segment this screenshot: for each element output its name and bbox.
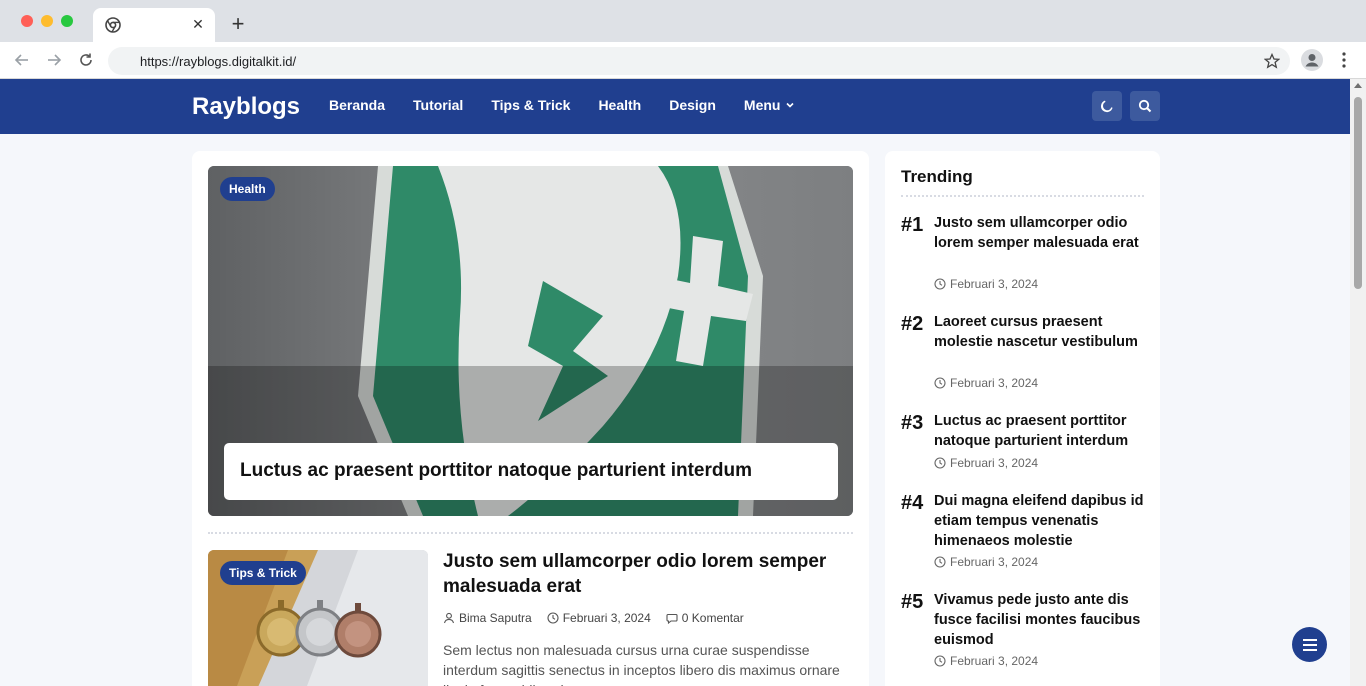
- scroll-up-arrow-icon[interactable]: [1354, 83, 1362, 88]
- clock-icon: [934, 655, 946, 667]
- hero-title[interactable]: Luctus ac praesent porttitor natoque par…: [240, 460, 822, 482]
- date-text: Februari 3, 2024: [950, 376, 1039, 390]
- nav-label: Menu: [743, 97, 781, 113]
- profile-avatar-icon[interactable]: [1301, 49, 1323, 71]
- trending-date: Februari 3, 2024: [934, 555, 1038, 569]
- trending-rank: #1: [901, 214, 924, 236]
- close-tab-icon[interactable]: ✕: [191, 16, 205, 32]
- nav-item-health[interactable]: Health: [598, 97, 641, 113]
- trending-date: Februari 3, 2024: [934, 654, 1038, 668]
- trending-rank: #2: [901, 313, 924, 335]
- hero-post[interactable]: Health Luctus ac praesent porttitor nato…: [208, 166, 853, 516]
- nav-label: Health: [598, 97, 642, 113]
- trending-rank: #5: [901, 591, 924, 613]
- clock-icon: [934, 377, 946, 389]
- main-nav: Beranda Tutorial Tips & Trick Health Des…: [329, 97, 823, 113]
- date-text: Februari 3, 2024: [950, 654, 1039, 668]
- page-scrollbar[interactable]: [1350, 79, 1366, 686]
- new-tab-button[interactable]: +: [228, 13, 248, 35]
- nav-label: Design: [669, 97, 716, 113]
- search-icon: [1138, 99, 1152, 113]
- nav-item-beranda[interactable]: Beranda: [329, 97, 385, 113]
- maximize-window-button[interactable]: [61, 15, 73, 27]
- close-window-button[interactable]: [21, 15, 33, 27]
- browser-tab-bar: ✕ +: [0, 0, 1366, 42]
- widget-title: Trending: [901, 167, 973, 186]
- trending-widget: Trending #1 Justo sem ullamcorper odio l…: [885, 151, 1160, 686]
- search-button[interactable]: [1130, 91, 1160, 121]
- hamburger-menu-icon: [1302, 638, 1317, 651]
- browser-tab[interactable]: ✕: [93, 8, 215, 42]
- reload-icon[interactable]: [77, 51, 95, 69]
- date-text: Februari 3, 2024: [950, 555, 1039, 569]
- address-bar[interactable]: https://rayblogs.digitalkit.id/: [108, 47, 1290, 75]
- post-meta: Bima Saputra Februari 3, 2024 0 Komentar: [443, 611, 759, 625]
- trending-title[interactable]: Justo sem ullamcorper odio lorem semper …: [934, 214, 1144, 254]
- clock-icon: [934, 556, 946, 568]
- trending-date: Februari 3, 2024: [934, 456, 1038, 470]
- nav-item-design[interactable]: Design: [669, 97, 716, 113]
- post-author[interactable]: Bima Saputra: [443, 611, 532, 625]
- minimize-window-button[interactable]: [41, 15, 53, 27]
- clock-icon: [547, 612, 559, 624]
- moon-icon: [1101, 100, 1113, 113]
- chrome-icon: [105, 17, 121, 33]
- hero-title-box[interactable]: Luctus ac praesent porttitor natoque par…: [224, 443, 838, 500]
- nav-label: Beranda: [329, 97, 386, 113]
- post-date: Februari 3, 2024: [547, 611, 651, 625]
- dark-mode-toggle[interactable]: [1092, 91, 1122, 121]
- date-text: Februari 3, 2024: [950, 456, 1039, 470]
- post-excerpt: Sem lectus non malesuada cursus urna cur…: [443, 642, 840, 686]
- browser-menu-icon[interactable]: [1337, 51, 1351, 69]
- date-text: Februari 3, 2024: [950, 277, 1039, 291]
- trending-date: Februari 3, 2024: [934, 376, 1038, 390]
- scrollbar-thumb[interactable]: [1354, 97, 1362, 289]
- nav-label: Tutorial: [413, 97, 464, 113]
- trending-rank: #4: [901, 492, 924, 514]
- nav-item-tips-trick[interactable]: Tips & Trick: [491, 97, 570, 113]
- back-arrow-icon[interactable]: [13, 51, 31, 69]
- user-icon: [443, 612, 455, 624]
- browser-toolbar: https://rayblogs.digitalkit.id/: [0, 42, 1366, 79]
- clock-icon: [934, 457, 946, 469]
- post-comments[interactable]: 0 Komentar: [666, 611, 744, 625]
- divider: [208, 532, 853, 534]
- nav-item-menu-dropdown[interactable]: Menu: [744, 97, 796, 113]
- nav-item-tutorial[interactable]: Tutorial: [413, 97, 463, 113]
- category-badge[interactable]: Health: [220, 177, 275, 201]
- clock-icon: [934, 278, 946, 290]
- trending-title[interactable]: Laoreet cursus praesent molestie nascetu…: [934, 313, 1144, 353]
- category-badge[interactable]: Tips & Trick: [220, 561, 306, 585]
- author-name: Bima Saputra: [459, 611, 532, 625]
- comments-count: 0 Komentar: [681, 611, 744, 625]
- forward-arrow-icon[interactable]: [45, 51, 63, 69]
- trending-rank: #3: [901, 412, 924, 434]
- date-text: Februari 3, 2024: [562, 611, 651, 625]
- trending-date: Februari 3, 2024: [934, 277, 1038, 291]
- post-thumbnail[interactable]: Tips & Trick: [208, 550, 428, 686]
- chevron-down-icon: [786, 102, 795, 108]
- floating-menu-button[interactable]: [1292, 627, 1327, 662]
- nav-label: Tips & Trick: [491, 97, 571, 113]
- trending-title[interactable]: Dui magna eleifend dapibus id etiam temp…: [934, 492, 1144, 551]
- site-logo[interactable]: Rayblogs: [192, 93, 300, 121]
- main-content: Health Luctus ac praesent porttitor nato…: [192, 151, 869, 686]
- trending-title[interactable]: Luctus ac praesent porttitor natoque par…: [934, 412, 1144, 452]
- post-title[interactable]: Justo sem ullamcorper odio lorem semper …: [443, 549, 853, 599]
- bookmark-star-icon[interactable]: [1264, 53, 1280, 69]
- trending-title[interactable]: Vivamus pede justo ante dis fusce facili…: [934, 591, 1144, 650]
- comment-icon: [666, 613, 678, 624]
- url-text[interactable]: https://rayblogs.digitalkit.id/: [140, 54, 296, 69]
- site-header: Rayblogs Beranda Tutorial Tips & Trick H…: [0, 79, 1350, 134]
- divider: [901, 195, 1144, 197]
